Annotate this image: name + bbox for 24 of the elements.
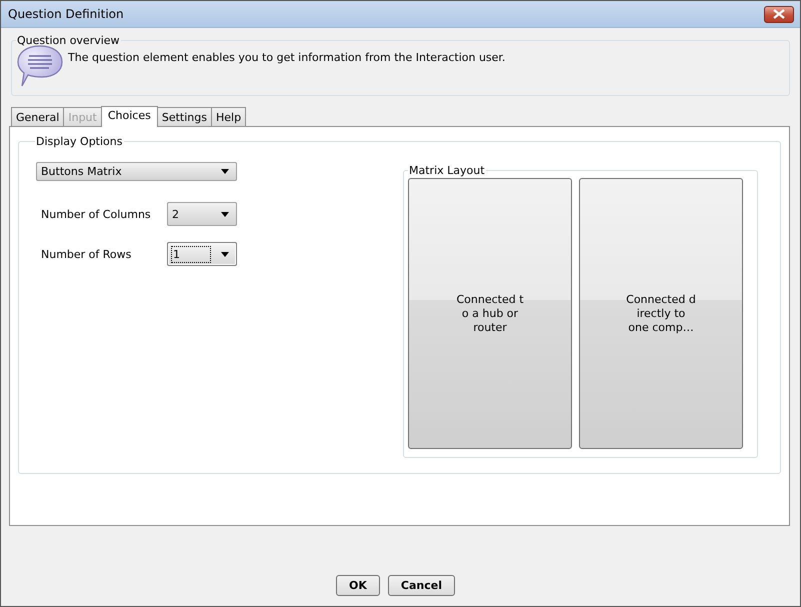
group-legend: Matrix Layout bbox=[408, 164, 486, 177]
group-legend: Display Options bbox=[35, 135, 124, 148]
group-legend: Question overview bbox=[16, 34, 121, 47]
display-style-dropdown[interactable]: Buttons Matrix bbox=[36, 162, 237, 181]
dropdown-arrow-icon bbox=[221, 252, 229, 256]
field-label: Number of Rows bbox=[41, 248, 132, 260]
number-dropdown[interactable]: 2 bbox=[167, 202, 237, 226]
close-icon bbox=[772, 9, 786, 19]
choice-button[interactable]: Connected t o a hub or router bbox=[408, 178, 572, 449]
number-dropdown[interactable]: 1 bbox=[167, 242, 237, 266]
description-text: The question element enables you to get information from the Interaction user. bbox=[68, 51, 506, 64]
tab[interactable]: Choices bbox=[100, 106, 158, 127]
window-title: Question Definition bbox=[8, 7, 124, 21]
tab[interactable]: General bbox=[11, 107, 64, 126]
dropdown-arrow-icon bbox=[221, 169, 229, 174]
speech-bubble-icon bbox=[16, 44, 64, 88]
tab[interactable]: Help bbox=[210, 107, 246, 126]
dropdown-arrow-icon bbox=[221, 212, 229, 216]
field-label: Number of Columns bbox=[41, 208, 152, 220]
close-button[interactable] bbox=[764, 6, 794, 22]
choice-button[interactable]: Connected d irectly to one comp… bbox=[579, 178, 743, 449]
dialog-button[interactable]: Cancel bbox=[388, 575, 455, 596]
tab[interactable]: Settings bbox=[156, 107, 212, 126]
dialog-button[interactable]: OK bbox=[336, 575, 380, 596]
